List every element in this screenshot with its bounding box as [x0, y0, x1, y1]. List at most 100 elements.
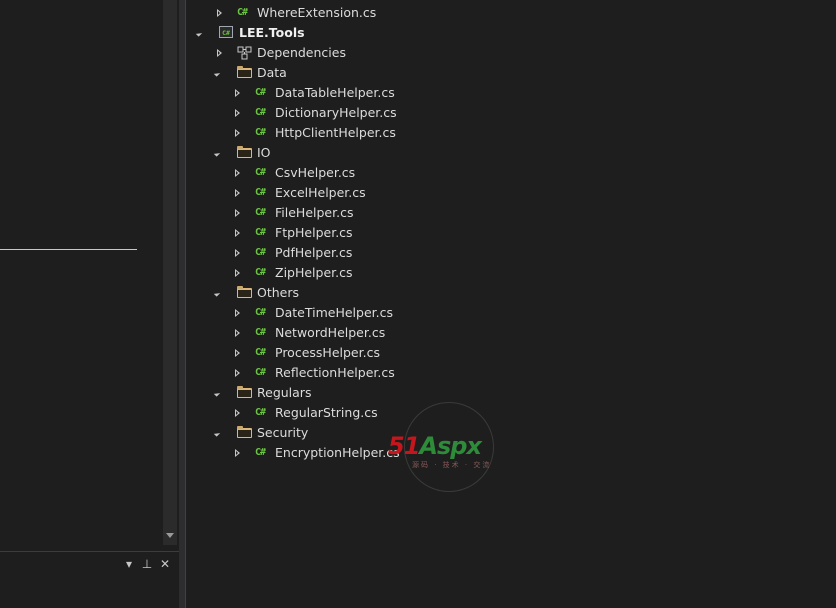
tree-item-label: ReflectionHelper.cs: [275, 365, 395, 380]
chevron-right-icon[interactable]: [235, 109, 240, 117]
folder-icon: [237, 386, 252, 398]
csharp-file-icon: C#: [255, 127, 266, 138]
tree-row[interactable]: C# ReflectionHelper.cs: [186, 363, 836, 383]
chevron-right-icon[interactable]: [235, 409, 240, 417]
tree-item-label: Data: [257, 65, 287, 80]
folder-icon: [237, 146, 252, 158]
tree-item-label: NetwordHelper.cs: [275, 325, 386, 340]
chevron-right-icon[interactable]: [235, 249, 240, 257]
solution-explorer-tree: C# WhereExtension.cs C# LEE.Tools Dependenci…: [186, 0, 836, 608]
chevron-right-icon[interactable]: [217, 9, 222, 17]
chevron-down-icon[interactable]: [213, 430, 221, 437]
close-icon[interactable]: ✕: [158, 556, 172, 572]
chevron-right-icon[interactable]: [235, 189, 240, 197]
dependencies-icon: [237, 46, 252, 60]
tree-item-label: PdfHelper.cs: [275, 245, 353, 260]
tree-row[interactable]: C# ExcelHelper.cs: [186, 183, 836, 203]
tree-item-label: Regulars: [257, 385, 312, 400]
csharp-file-icon: C#: [255, 167, 266, 178]
tree-row[interactable]: C# LEE.Tools: [186, 23, 836, 43]
csharp-file-icon: C#: [255, 327, 266, 338]
tree-row[interactable]: C# FileHelper.cs: [186, 203, 836, 223]
chevron-right-icon[interactable]: [235, 349, 240, 357]
chevron-down-icon[interactable]: [213, 290, 221, 297]
chevron-right-icon[interactable]: [235, 209, 240, 217]
tree-row[interactable]: C# WhereExtension.cs: [186, 3, 836, 23]
tree-item-label: DateTimeHelper.cs: [275, 305, 394, 320]
csharp-file-icon: C#: [255, 407, 266, 418]
tree-item-label: IO: [257, 145, 271, 160]
chevron-right-icon[interactable]: [235, 449, 240, 457]
tree-row[interactable]: C# NetwordHelper.cs: [186, 323, 836, 343]
folder-icon: [237, 66, 252, 78]
chevron-right-icon[interactable]: [235, 329, 240, 337]
tree-item-label: HttpClientHelper.cs: [275, 125, 396, 140]
chevron-down-icon[interactable]: [213, 390, 221, 397]
csharp-project-icon: C#: [219, 26, 233, 38]
tree-item-label: ProcessHelper.cs: [275, 345, 380, 360]
tree-row[interactable]: C# HttpClientHelper.cs: [186, 123, 836, 143]
tree-row[interactable]: C# DictionaryHelper.cs: [186, 103, 836, 123]
tree-item-label: EncryptionHelper.cs: [275, 445, 400, 460]
tree-row[interactable]: IO: [186, 143, 836, 163]
folder-icon: [237, 286, 252, 298]
tree-row[interactable]: C# FtpHelper.cs: [186, 223, 836, 243]
chevron-right-icon[interactable]: [217, 49, 222, 57]
tree-row[interactable]: C# CsvHelper.cs: [186, 163, 836, 183]
tree-item-label: ExcelHelper.cs: [275, 185, 366, 200]
chevron-right-icon[interactable]: [235, 89, 240, 97]
tree-item-label: DataTableHelper.cs: [275, 85, 395, 100]
chevron-right-icon[interactable]: [235, 309, 240, 317]
chevron-down-icon[interactable]: [213, 150, 221, 157]
tree-item-label: Others: [257, 285, 300, 300]
dropdown-arrow-icon[interactable]: ▾: [122, 556, 136, 572]
tree-row[interactable]: Dependencies: [186, 43, 836, 63]
csharp-file-icon: C#: [255, 267, 266, 278]
chevron-down-icon[interactable]: [213, 70, 221, 77]
tree-item-label: CsvHelper.cs: [275, 165, 356, 180]
tree-item-label: ZipHelper.cs: [275, 265, 353, 280]
chevron-right-icon[interactable]: [235, 129, 240, 137]
tree-row[interactable]: C# ZipHelper.cs: [186, 263, 836, 283]
separator-line: [0, 249, 137, 250]
tree-item-label: LEE.Tools: [239, 25, 305, 40]
csharp-file-icon: C#: [255, 247, 266, 258]
csharp-file-icon: C#: [255, 347, 266, 358]
tree-item-label: FtpHelper.cs: [275, 225, 353, 240]
chevron-right-icon[interactable]: [235, 229, 240, 237]
csharp-file-icon: C#: [255, 207, 266, 218]
chevron-down-icon[interactable]: [195, 30, 203, 37]
tree-row[interactable]: Regulars: [186, 383, 836, 403]
chevron-right-icon[interactable]: [235, 269, 240, 277]
tree-row[interactable]: C# DateTimeHelper.cs: [186, 303, 836, 323]
tree-item-label: RegularString.cs: [275, 405, 378, 420]
csharp-file-icon: C#: [255, 87, 266, 98]
tree-row[interactable]: C# EncryptionHelper.cs: [186, 443, 836, 463]
csharp-file-icon: C#: [255, 307, 266, 318]
tree-item-label: FileHelper.cs: [275, 205, 354, 220]
tree-row[interactable]: C# PdfHelper.cs: [186, 243, 836, 263]
csharp-file-icon: C#: [255, 227, 266, 238]
csharp-file-icon: C#: [255, 447, 266, 458]
csharp-file-icon: C#: [255, 367, 266, 378]
chevron-right-icon[interactable]: [235, 369, 240, 377]
folder-icon: [237, 426, 252, 438]
tree-item-label: WhereExtension.cs: [257, 5, 377, 20]
tree-item-label: DictionaryHelper.cs: [275, 105, 397, 120]
editor-area[interactable]: [0, 0, 163, 545]
tree-row[interactable]: Security: [186, 423, 836, 443]
vertical-scrollbar[interactable]: [163, 0, 177, 545]
tree-row[interactable]: Data: [186, 63, 836, 83]
tree-item-label: Security: [257, 425, 309, 440]
scroll-down-icon[interactable]: [166, 533, 174, 538]
left-pane: ▾ ⊥ ✕: [0, 0, 185, 608]
csharp-file-icon: C#: [255, 107, 266, 118]
tree-row[interactable]: C# RegularString.cs: [186, 403, 836, 423]
chevron-right-icon[interactable]: [235, 169, 240, 177]
pin-icon[interactable]: ⊥: [140, 556, 154, 572]
tree-row[interactable]: C# DataTableHelper.cs: [186, 83, 836, 103]
csharp-file-icon: C#: [237, 7, 248, 18]
tree-row[interactable]: Others: [186, 283, 836, 303]
tree-row[interactable]: C# ProcessHelper.cs: [186, 343, 836, 363]
tree-item-label: Dependencies: [257, 45, 346, 60]
